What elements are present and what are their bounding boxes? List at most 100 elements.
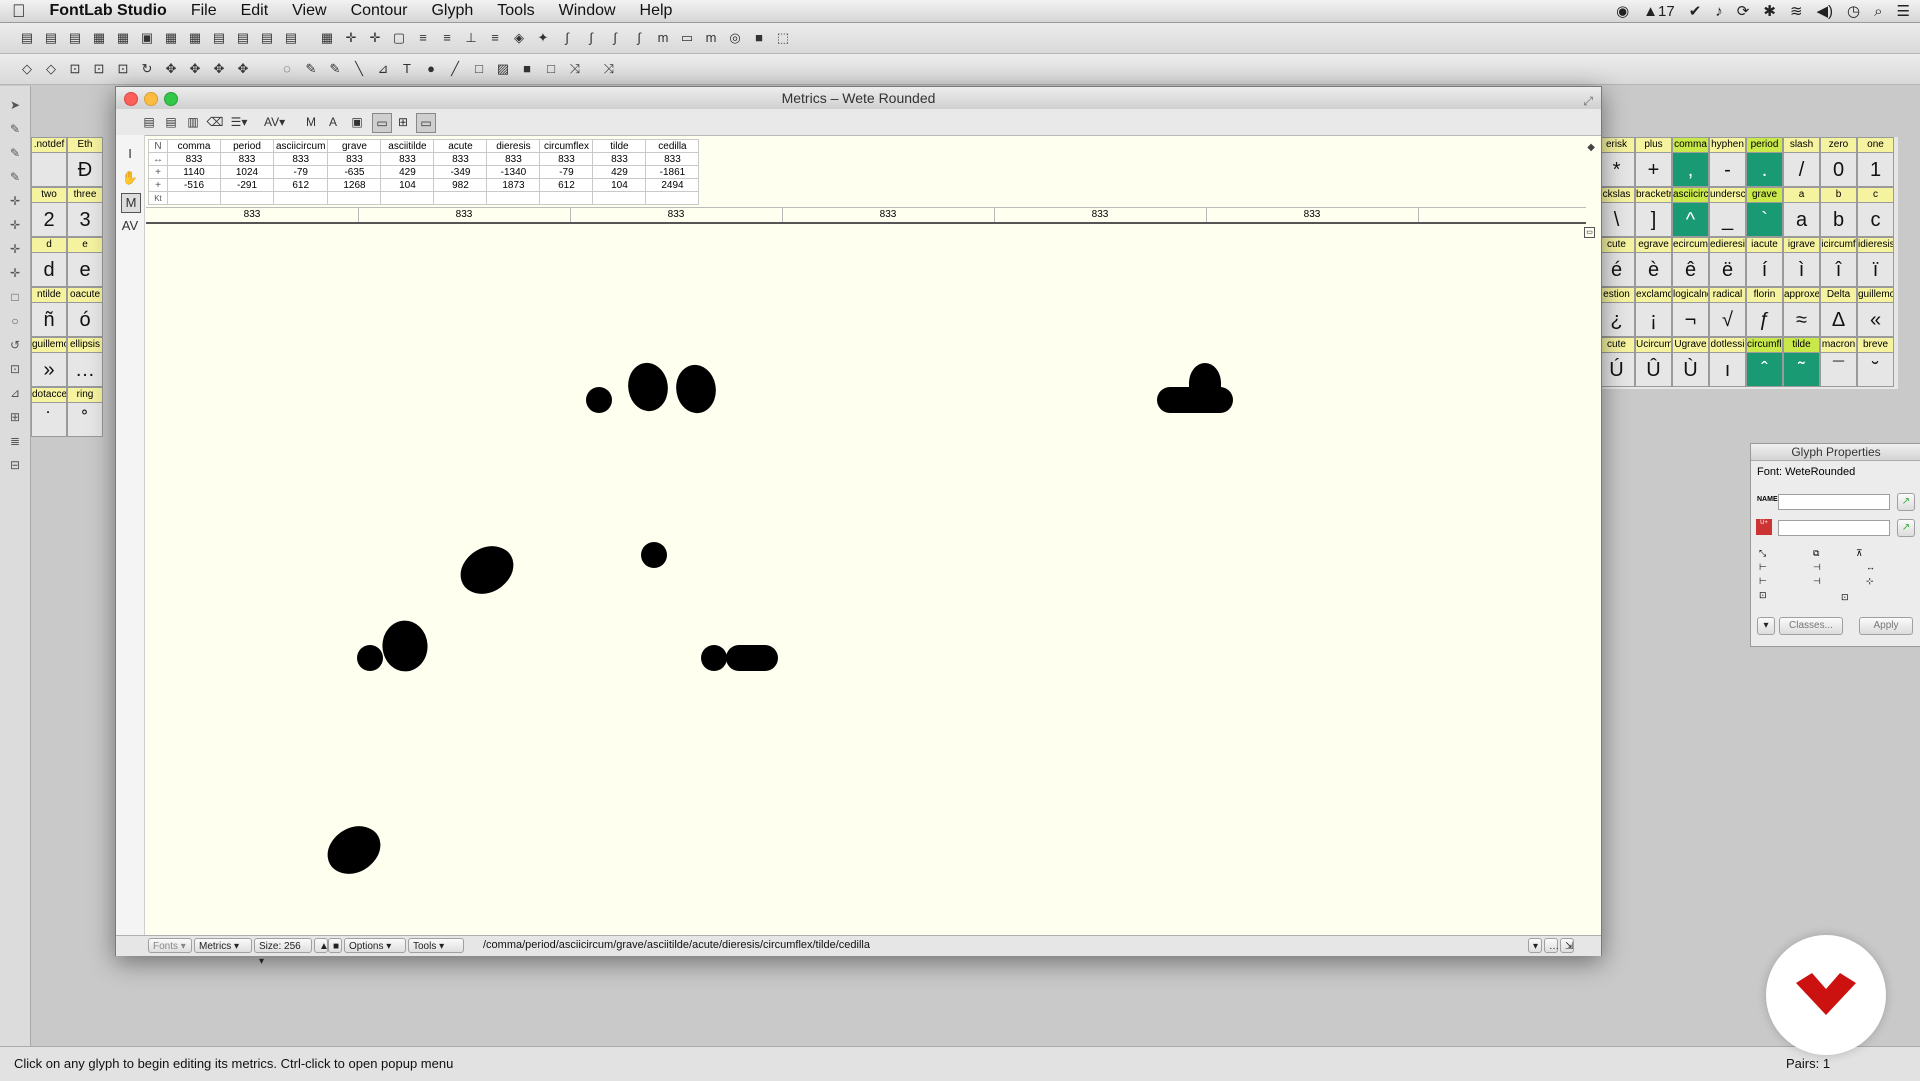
- metric-cell[interactable]: [433, 191, 488, 205]
- glyph-shape[interactable]: [668, 359, 724, 419]
- ellipse-icon[interactable]: ○: [6, 312, 24, 330]
- metric-cell[interactable]: 833: [539, 152, 594, 166]
- node-icon[interactable]: ◈: [510, 29, 528, 47]
- glyph-cedilla[interactable]: [319, 814, 389, 886]
- glyph-cell[interactable]: idieresis ï: [1857, 237, 1894, 287]
- glyph-cell[interactable]: ckslas \: [1598, 187, 1635, 237]
- glyph-cell[interactable]: ntilde ñ: [31, 287, 67, 337]
- glyph-cell[interactable]: .notdef: [31, 137, 67, 187]
- curve-icon[interactable]: ∫: [558, 29, 576, 47]
- metric-cell[interactable]: -291: [220, 178, 274, 192]
- paste-icon[interactable]: ▥: [184, 113, 202, 131]
- glyph-cell[interactable]: Ucircum Û: [1635, 337, 1672, 387]
- glyph-cell[interactable]: igrave ì: [1783, 237, 1820, 287]
- tool-icon[interactable]: ▦: [90, 29, 108, 47]
- glyph-cell[interactable]: ecircum ê: [1672, 237, 1709, 287]
- measure-icon[interactable]: ⊿: [374, 60, 392, 78]
- glyph-cell[interactable]: guillemo»: [31, 337, 67, 387]
- metric-cell[interactable]: 833: [486, 152, 541, 166]
- col-header[interactable]: cedilla: [645, 139, 700, 153]
- slant-icon[interactable]: ⊿: [6, 384, 24, 402]
- tool-icon[interactable]: ◇: [18, 60, 36, 78]
- glyph-cell[interactable]: Delta Δ: [1820, 287, 1857, 337]
- curve-icon[interactable]: ∫: [606, 29, 624, 47]
- metric-icon[interactable]: ⊼: [1856, 548, 1863, 559]
- glyph-cell[interactable]: radical √: [1709, 287, 1746, 337]
- glyph-cell[interactable]: icircumf î: [1820, 237, 1857, 287]
- metric-cell[interactable]: 982: [433, 178, 488, 192]
- metric-cell[interactable]: 833: [220, 152, 274, 166]
- metric-cell[interactable]: 833: [380, 152, 435, 166]
- glyph-string-input[interactable]: /comma/period/asciicircum/grave/asciitil…: [483, 939, 870, 951]
- lsb-icon[interactable]: ⊢: [1759, 562, 1767, 573]
- glyph-cell[interactable]: one 1: [1857, 137, 1894, 187]
- unicode-input[interactable]: [1778, 520, 1890, 536]
- glyph-dieresis[interactable]: [701, 645, 727, 671]
- tool-icon[interactable]: ▦: [162, 29, 180, 47]
- transform-icon[interactable]: ⤨: [566, 60, 584, 78]
- close-button[interactable]: [124, 92, 138, 106]
- metric-cell[interactable]: 429: [592, 165, 647, 179]
- metric-cell[interactable]: 1268: [327, 178, 382, 192]
- tool-icon[interactable]: ▤: [258, 29, 276, 47]
- clock-icon[interactable]: ◷: [1847, 2, 1860, 20]
- text-icon[interactable]: T: [398, 60, 416, 78]
- layers-icon[interactable]: ≣: [6, 432, 24, 450]
- curve-icon[interactable]: ∫: [582, 29, 600, 47]
- menu-tools[interactable]: Tools: [485, 2, 546, 20]
- rect-icon[interactable]: □: [470, 60, 488, 78]
- metric-icon[interactable]: ⊢: [1759, 576, 1767, 587]
- col-header[interactable]: grave: [327, 139, 382, 153]
- resize-icon[interactable]: ⇲: [1560, 938, 1574, 953]
- eraser-icon[interactable]: ✎: [6, 168, 24, 186]
- knife-icon[interactable]: ╲: [350, 60, 368, 78]
- table-toggle-icon[interactable]: ▭: [372, 113, 392, 133]
- col-header[interactable]: period: [220, 139, 274, 153]
- metrics-canvas[interactable]: [146, 225, 1598, 935]
- metric-cell[interactable]: 1873: [486, 178, 541, 192]
- menu-contour[interactable]: Contour: [339, 2, 420, 20]
- list-icon[interactable]: ☰▾: [230, 113, 248, 131]
- glyph-cell[interactable]: aa: [1783, 187, 1820, 237]
- metric-cell[interactable]: -349: [433, 165, 488, 179]
- lines-icon[interactable]: ≡: [414, 29, 432, 47]
- classes-button[interactable]: Classes...: [1779, 617, 1843, 635]
- tool-icon[interactable]: ◇: [42, 60, 60, 78]
- settings-icon[interactable]: ⊟: [6, 456, 24, 474]
- app-menu[interactable]: FontLab Studio: [38, 2, 179, 20]
- options-dropdown[interactable]: Options ▾: [344, 938, 406, 953]
- box-icon[interactable]: ▢: [390, 29, 408, 47]
- search-icon[interactable]: ⌕: [1874, 3, 1882, 20]
- glyph-grave[interactable]: [452, 534, 522, 606]
- node-icon[interactable]: ✛: [6, 240, 24, 258]
- check-icon[interactable]: ✔: [1689, 2, 1702, 20]
- metric-icon[interactable]: ⊡: [1759, 590, 1767, 601]
- glyph-cell[interactable]: estion ¿: [1598, 287, 1635, 337]
- metric-cell[interactable]: 104: [592, 178, 647, 192]
- print-icon[interactable]: ▣: [348, 113, 366, 131]
- apply-unicode-icon[interactable]: ↗: [1897, 519, 1915, 537]
- glyph-cell[interactable]: bracketr]: [1635, 187, 1672, 237]
- col-header[interactable]: tilde: [592, 139, 647, 153]
- metric-cell[interactable]: 1140: [167, 165, 221, 179]
- col-header[interactable]: dieresis: [486, 139, 541, 153]
- glyph-cell[interactable]: grave `: [1746, 187, 1783, 237]
- col-header[interactable]: circumflex: [539, 139, 594, 153]
- metric-cell[interactable]: 1024: [220, 165, 274, 179]
- col-header[interactable]: asciicircum: [272, 139, 329, 153]
- hint-icon[interactable]: ▭: [678, 29, 696, 47]
- glyph-shape[interactable]: [620, 357, 676, 417]
- metric-icon[interactable]: ⤡: [1759, 548, 1766, 559]
- metric-cell[interactable]: 429: [380, 165, 435, 179]
- metric-cell[interactable]: [220, 191, 274, 205]
- glyph-shape[interactable]: [373, 613, 437, 679]
- glyph-acute[interactable]: [641, 542, 667, 568]
- glyph-cell[interactable]: dd: [31, 237, 67, 287]
- wifi-icon[interactable]: ≋: [1790, 2, 1803, 20]
- hint-icon[interactable]: m: [654, 29, 672, 47]
- apply-button[interactable]: Apply: [1859, 617, 1913, 635]
- metric-cell[interactable]: -1340: [486, 165, 541, 179]
- apple-icon[interactable]: : [0, 1, 38, 22]
- text-cursor-icon[interactable]: I: [121, 145, 139, 163]
- glyph-cell[interactable]: circumfle ˆ: [1746, 337, 1783, 387]
